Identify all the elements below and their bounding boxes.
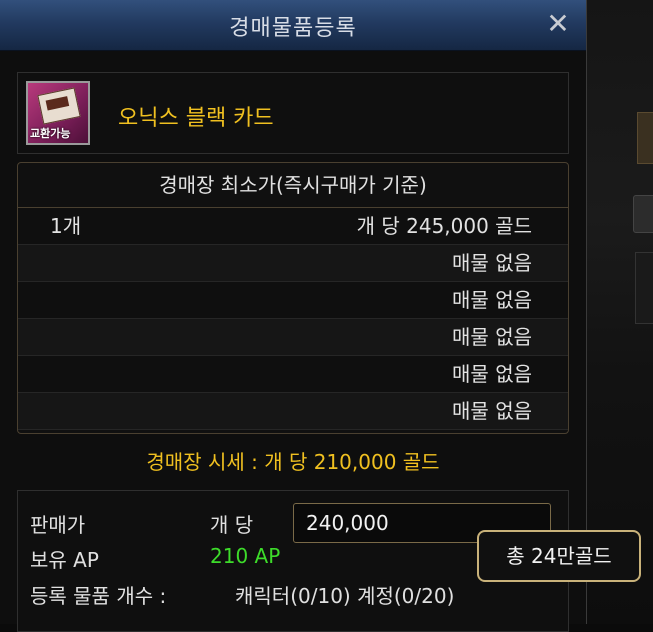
- card-image: [37, 87, 81, 125]
- register-count-value: 캐릭터(0/10) 계정(0/20): [235, 584, 455, 608]
- table-row: 매물 없음: [18, 245, 568, 282]
- register-count-label: 등록 물품 개수 :: [30, 584, 167, 608]
- price-total-tooltip: 총 24만골드: [477, 530, 641, 582]
- card-icon[interactable]: 교환가능: [26, 81, 90, 145]
- table-header: 경매장 최소가(즉시구매가 기준): [18, 163, 568, 208]
- close-button[interactable]: ✕: [544, 6, 572, 42]
- row-price: 개 당 245,000 골드: [356, 214, 532, 238]
- per-unit-label: 개 당: [210, 513, 254, 537]
- ap-label: 보유 AP: [30, 548, 99, 572]
- background-ui-fragment: [633, 195, 653, 233]
- row-quantity: 1개: [50, 214, 82, 238]
- title-bar[interactable]: 경매물품등록 ✕: [0, 0, 586, 51]
- row-price: 매물 없음: [452, 362, 532, 386]
- table-row: 매물 없음: [18, 393, 568, 430]
- row-price: 매물 없음: [452, 399, 532, 423]
- lowest-price-table: 경매장 최소가(즉시구매가 기준) 1개 개 당 245,000 골드 매물 없…: [17, 162, 569, 434]
- tradable-tag: 교환가능: [30, 127, 71, 140]
- row-price: 매물 없음: [452, 251, 532, 275]
- table-row: 매물 없음: [18, 282, 568, 319]
- window-title: 경매물품등록: [229, 16, 357, 41]
- row-price: 매물 없음: [452, 325, 532, 349]
- background-ui-fragment: [635, 252, 653, 324]
- sell-price-label: 판매가: [30, 513, 86, 537]
- table-row: 매물 없음: [18, 319, 568, 356]
- table-row: 매물 없음: [18, 356, 568, 393]
- table-row: 1개 개 당 245,000 골드: [18, 208, 568, 245]
- ap-value: 210 AP: [210, 544, 281, 568]
- item-name: 오닉스 블랙 카드: [118, 106, 274, 131]
- background-ui-fragment: [637, 112, 653, 164]
- market-price-text: 경매장 시세 : 개 당 210,000 골드: [146, 450, 440, 474]
- item-panel: 교환가능 오닉스 블랙 카드: [17, 72, 569, 154]
- row-price: 매물 없음: [452, 288, 532, 312]
